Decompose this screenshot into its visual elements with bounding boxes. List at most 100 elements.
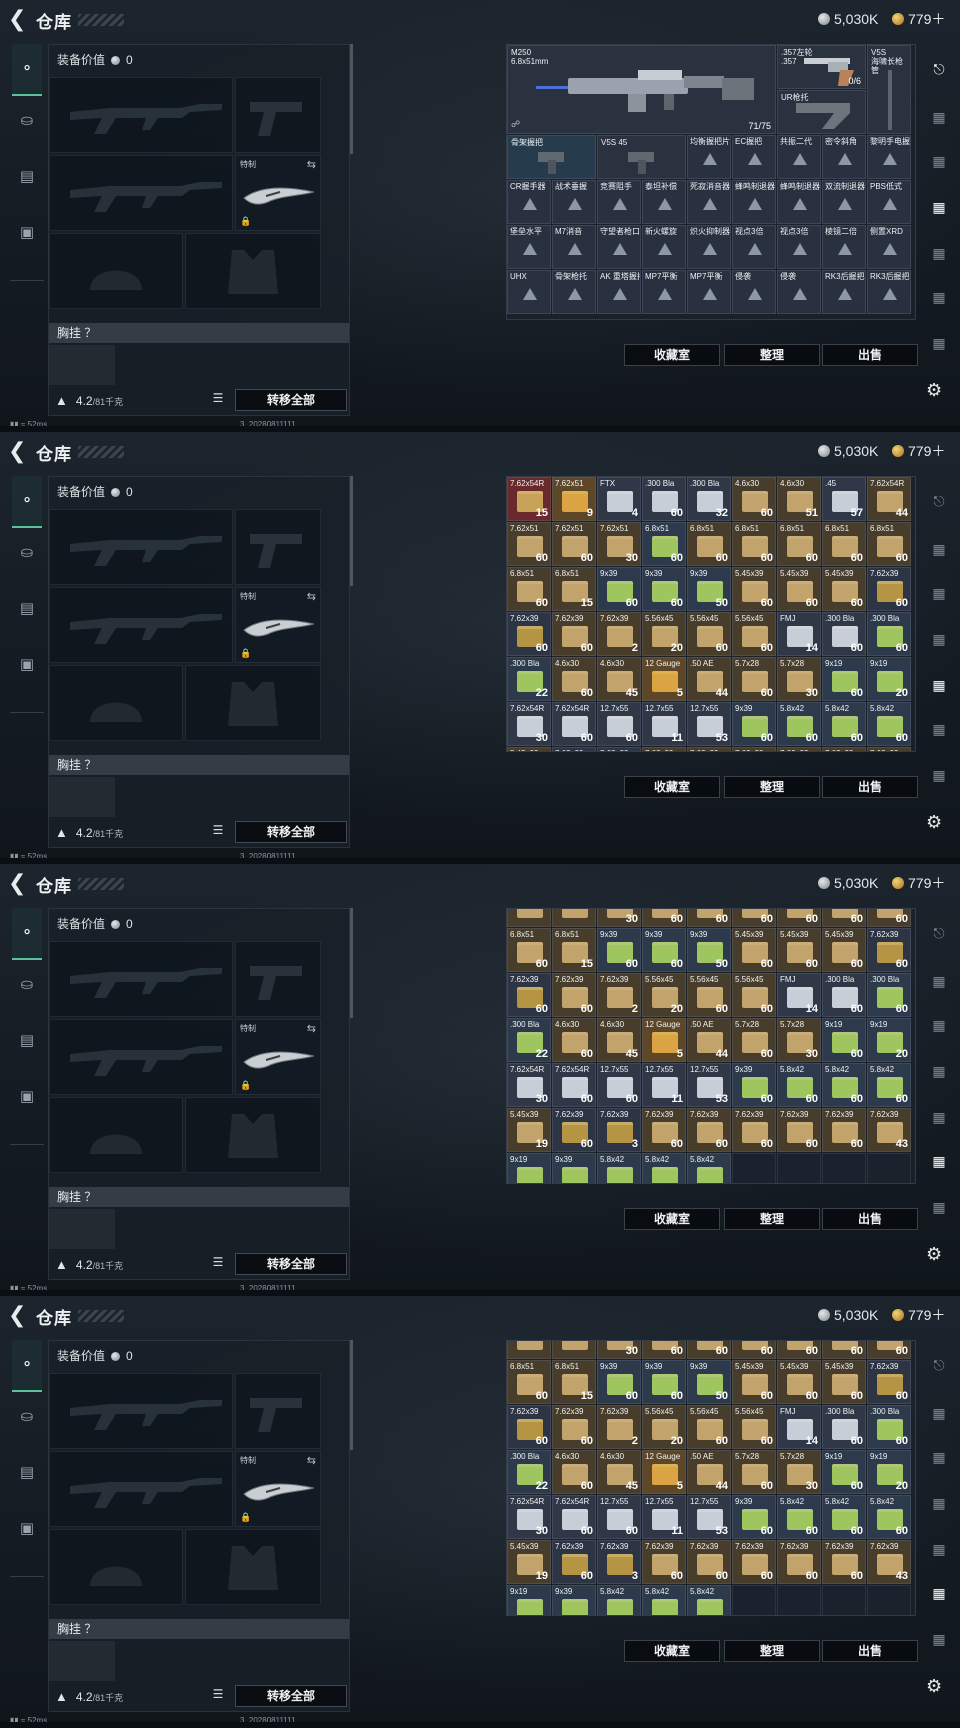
ammo-item[interactable]: FMJ 14 (777, 1405, 821, 1449)
primary-weapon-slot[interactable] (49, 1373, 233, 1449)
tab-helmet[interactable]: ⛀ (12, 96, 42, 146)
ammo-item[interactable]: 5.8x42 60 (822, 1063, 866, 1107)
tab-helmet[interactable]: ⛀ (12, 1392, 42, 1442)
dock-page-1-icon[interactable]: ▦ (926, 104, 952, 130)
attachment-item[interactable]: 守望者枪口 (597, 225, 641, 269)
ammo-item[interactable]: 5.45x39 60 (732, 928, 776, 972)
attachment-item[interactable]: 蜂鸣制退器 (777, 180, 821, 224)
ammo-item[interactable]: 9x19 60 (822, 1018, 866, 1062)
ammo-item[interactable]: 5.8x42 60 (777, 702, 821, 746)
ammo-item[interactable]: 7.62x39 2 (597, 612, 641, 656)
ammo-item[interactable]: 5.45x39 19 (507, 1540, 551, 1584)
v5s-barrel-item[interactable]: V5S 海啸长枪管 (867, 45, 911, 134)
ammo-item[interactable]: 7.62x3960 (552, 1405, 596, 1449)
gold-currency[interactable]: 779＋ (892, 1305, 945, 1325)
ammo-item[interactable]: 7.62x54R 44 (867, 477, 911, 521)
ammo-item[interactable]: 9x39 60 (732, 1495, 776, 1539)
favorites-button[interactable]: 收藏室 (624, 776, 720, 798)
ammo-item[interactable]: 6.8x51 60 (777, 522, 821, 566)
dock-page-2-icon[interactable]: ▦ (926, 1012, 952, 1038)
ammo-item[interactable]: 9x39 60 (552, 1585, 596, 1615)
ammo-item[interactable]: 5.7x28 30 (777, 657, 821, 701)
tab-weapons[interactable]: ⚬ (12, 476, 42, 528)
tab-vest[interactable]: ▤ (12, 152, 42, 202)
ammo-item[interactable]: 9x39 50 (687, 567, 731, 611)
dock-storage-home-icon[interactable]: ⎋ (926, 920, 952, 946)
list-icon[interactable]: ☰ (209, 1253, 227, 1271)
ammo-item[interactable]: 60 (687, 1341, 731, 1359)
transfer-all-button[interactable]: 转移全部 (235, 821, 347, 843)
ammo-item[interactable]: 7.62x3960 (552, 1108, 596, 1152)
ammo-item[interactable]: 5.8x42 60 (777, 1495, 821, 1539)
ammo-item[interactable]: 12.7x55 53 (687, 1063, 731, 1107)
ammo-item[interactable]: 9x39 60 (642, 928, 686, 972)
ammo-item[interactable]: 12.7x55 53 (687, 702, 731, 746)
ammo-item[interactable]: FMJ 14 (777, 612, 821, 656)
secondary-weapon-slot[interactable] (49, 155, 233, 231)
ammo-item[interactable]: .300 Bla 22 (507, 1018, 551, 1062)
ammo-item[interactable]: 5.8x42 60 (642, 1585, 686, 1615)
ammo-item[interactable]: 60 (777, 909, 821, 927)
dock-page-6-icon[interactable]: ▦ (926, 762, 952, 788)
ammo-item[interactable]: 5.8x42 60 (597, 1153, 641, 1183)
ammo-item[interactable]: 60 (642, 909, 686, 927)
secondary-weapon-slot[interactable] (49, 587, 233, 663)
ammo-item[interactable]: 9x19 60 (822, 657, 866, 701)
ammo-item[interactable]: .45 57 (822, 477, 866, 521)
chest-rig-slot[interactable] (49, 1209, 115, 1249)
ammo-item[interactable]: 9x39 60 (732, 702, 776, 746)
melee-slot[interactable]: 特制 ⇆ 🔒 (235, 155, 321, 231)
pistol-slot[interactable] (235, 1373, 321, 1449)
armor-slot[interactable] (185, 1529, 321, 1605)
ammo-item[interactable]: 7.62x39 43 (867, 1540, 911, 1584)
ammo-item[interactable]: 12.7x55 60 (597, 1495, 641, 1539)
ammo-item[interactable]: 7.62x3960 (732, 747, 776, 751)
ammo-item[interactable]: 7.62x3960 (822, 1540, 866, 1584)
ammo-item[interactable]: 7.62x51 9 (552, 477, 596, 521)
melee-slot[interactable]: 特制 ⇆ 🔒 (235, 1451, 321, 1527)
ammo-item[interactable]: .300 Bla 32 (687, 477, 731, 521)
attachment-item[interactable]: 骨架握把 (507, 135, 596, 179)
ammo-item[interactable]: 7.62x3960 (642, 1108, 686, 1152)
loadout-scrollbar[interactable] (350, 476, 353, 586)
ammo-item[interactable]: 4.6x30 51 (777, 477, 821, 521)
gold-currency[interactable]: 779＋ (892, 441, 945, 461)
dock-storage-home-icon[interactable]: ⎋ (926, 1352, 952, 1378)
ammo-item[interactable]: 7.62x3960 (867, 567, 911, 611)
ammo-item[interactable]: 12.7x55 11 (642, 1063, 686, 1107)
ammo-item[interactable]: 9x39 60 (642, 567, 686, 611)
ammo-item[interactable] (507, 909, 551, 927)
ammo-item[interactable]: 7.62x3960 (777, 747, 821, 751)
primary-weapon-slot[interactable] (49, 77, 233, 153)
ammo-item[interactable]: 12.7x55 53 (687, 1495, 731, 1539)
ammo-item[interactable]: 5.45x39 60 (777, 567, 821, 611)
pistol-slot[interactable] (235, 941, 321, 1017)
attachment-item[interactable]: CR握手器 (507, 180, 551, 224)
sell-button[interactable]: 出售 (822, 1208, 918, 1230)
ammo-item[interactable]: 60 (777, 1341, 821, 1359)
ammo-item[interactable]: 5.8x42 60 (822, 1495, 866, 1539)
back-arrow-icon[interactable]: ❮ (8, 440, 30, 462)
attachment-item[interactable]: 棱镜二倍 (822, 225, 866, 269)
attachment-item[interactable]: EC握把 (732, 135, 776, 179)
ammo-item[interactable]: 60 (732, 909, 776, 927)
ammo-item[interactable]: .50 AE 44 (687, 657, 731, 701)
ammo-item[interactable]: .300 Bla 60 (822, 612, 866, 656)
ammo-item[interactable]: 5.45x39 60 (777, 1360, 821, 1404)
helmet-slot[interactable] (49, 665, 183, 741)
attachment-item[interactable]: MP7平衡 (687, 270, 731, 314)
ammo-item[interactable] (552, 909, 596, 927)
ammo-item[interactable]: 6.8x51 60 (732, 522, 776, 566)
ammo-item[interactable]: 4.6x30 45 (597, 1018, 641, 1062)
ammo-item[interactable]: 5.45x39 19 (507, 1108, 551, 1152)
attachment-item[interactable]: 蜂鸣制退器 (732, 180, 776, 224)
ammo-item[interactable]: 6.8x51 15 (552, 1360, 596, 1404)
ammo-item[interactable]: 6.8x51 60 (687, 522, 731, 566)
sort-button[interactable]: 整理 (724, 1640, 820, 1662)
ammo-item[interactable]: 7.62x54R 60 (552, 1495, 596, 1539)
dock-page-2-icon[interactable]: ▦ (926, 580, 952, 606)
ammo-item[interactable]: 30 (597, 1341, 641, 1359)
ammo-item[interactable]: 60 (867, 909, 911, 927)
attachment-item[interactable]: 双流制退器 (822, 180, 866, 224)
ammo-item[interactable]: 4.6x30 60 (552, 657, 596, 701)
